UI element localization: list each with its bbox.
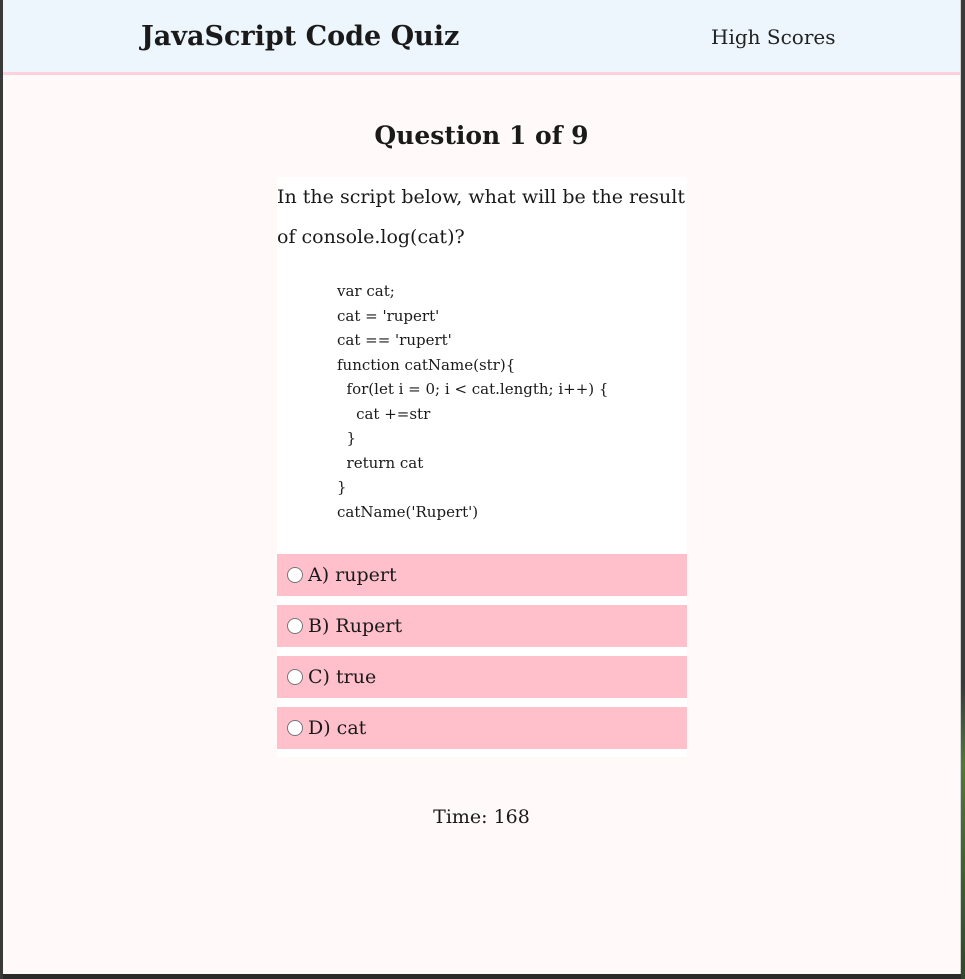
- high-scores-link[interactable]: High Scores: [711, 21, 835, 53]
- window-edge-right: [961, 0, 965, 979]
- choice-c-label: C) true: [308, 666, 377, 688]
- radio-button-d[interactable]: [287, 720, 303, 736]
- question-card: In the script below, what will be the re…: [277, 177, 687, 757]
- choice-d[interactable]: D) cat: [277, 707, 687, 749]
- quiz-page: JavaScript Code Quiz High Scores Questio…: [3, 0, 961, 974]
- choice-d-label: D) cat: [308, 717, 367, 739]
- choice-b-label: B) Rupert: [308, 615, 403, 637]
- answer-choices: A) rupert B) Rupert C) true D) cat: [277, 554, 687, 758]
- question-heading: Question 1 of 9: [374, 121, 589, 150]
- site-title: JavaScript Code Quiz: [141, 21, 460, 52]
- radio-button-c[interactable]: [287, 669, 303, 685]
- radio-button-a[interactable]: [287, 567, 303, 583]
- timer-display: Time: 168: [433, 806, 530, 828]
- question-prompt: In the script below, what will be the re…: [277, 186, 685, 248]
- site-header: JavaScript Code Quiz High Scores: [3, 0, 960, 75]
- choice-b[interactable]: B) Rupert: [277, 605, 687, 647]
- radio-button-b[interactable]: [287, 618, 303, 634]
- choice-a[interactable]: A) rupert: [277, 554, 687, 596]
- choice-c[interactable]: C) true: [277, 656, 687, 698]
- code-snippet: var cat; cat = 'rupert' cat == 'rupert' …: [337, 282, 609, 521]
- choice-a-label: A) rupert: [308, 564, 397, 586]
